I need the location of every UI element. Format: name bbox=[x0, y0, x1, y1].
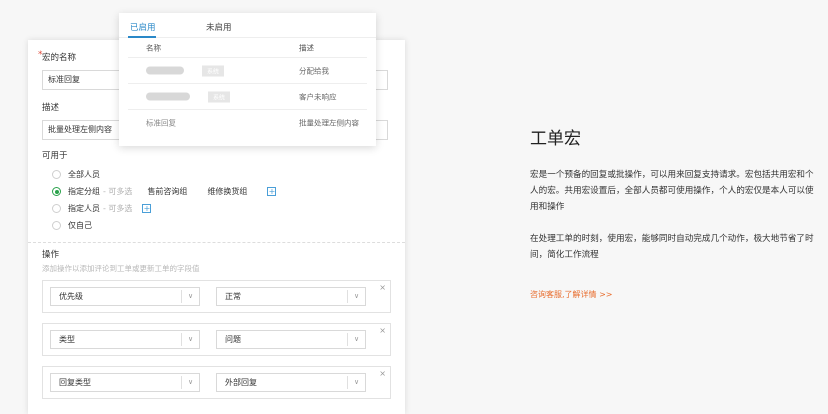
op-field-select[interactable]: 类型 ∨ bbox=[50, 330, 200, 349]
divider bbox=[28, 242, 405, 243]
chevron-down-icon: ∨ bbox=[181, 333, 199, 346]
chevron-down-icon: ∨ bbox=[181, 290, 199, 303]
radio-self[interactable] bbox=[52, 221, 61, 230]
table-row[interactable]: 系统 客户未响应 bbox=[128, 84, 367, 110]
chevron-down-icon: ∨ bbox=[181, 376, 199, 389]
info-title: 工单宏 bbox=[530, 129, 581, 149]
redacted-name bbox=[146, 92, 190, 101]
op-row: 类型 ∨ 问题 ∨ × bbox=[42, 323, 391, 356]
op-value-select[interactable]: 问题 ∨ bbox=[216, 330, 366, 349]
op-value-select[interactable]: 外部回复 ∨ bbox=[216, 373, 366, 392]
close-icon[interactable]: × bbox=[379, 326, 386, 335]
table-row[interactable]: 标准回复 批量处理左侧内容 bbox=[128, 110, 367, 136]
op-row: 回复类型 ∨ 外部回复 ∨ × bbox=[42, 366, 391, 399]
option-all[interactable]: 全部人员 bbox=[42, 166, 391, 183]
group-chip-presales[interactable]: 售前咨询组 bbox=[147, 186, 187, 197]
tab-enabled[interactable]: 已启用 bbox=[130, 21, 156, 33]
ops-hint: 添加操作以添加评论到工单或更新工单的字段值 bbox=[42, 264, 200, 273]
add-person-plus-icon[interactable]: + bbox=[142, 204, 152, 213]
info-paragraph-2: 在处理工单的时刻，使用宏，能够同时自动完成几个动作，极大地节省了时间，简化工作流… bbox=[530, 234, 814, 260]
ops-label: 操作 bbox=[42, 250, 60, 260]
macro-dropdown: 已启用 未启用 名称 描述 系统 分配给我 系统 客户未响应 标准回复 批量处理… bbox=[119, 13, 376, 146]
system-tag: 系统 bbox=[202, 65, 225, 76]
tab-bar: 已启用 未启用 bbox=[119, 13, 376, 38]
chevron-down-icon: ∨ bbox=[347, 376, 365, 389]
table-header: 名称 描述 bbox=[128, 38, 367, 58]
system-tag: 系统 bbox=[208, 91, 231, 102]
close-icon[interactable]: × bbox=[379, 369, 386, 378]
macro-table: 名称 描述 系统 分配给我 系统 客户未响应 标准回复 批量处理左侧内容 bbox=[128, 38, 367, 136]
add-group-plus-icon[interactable]: + bbox=[267, 187, 277, 196]
radio-person[interactable] bbox=[52, 204, 61, 213]
option-group[interactable]: 指定分组 - 可多选 售前咨询组 维修换货组 + bbox=[42, 183, 391, 200]
group-chip-repair[interactable]: 维修换货组 bbox=[207, 186, 247, 197]
chevron-down-icon: ∨ bbox=[347, 333, 365, 346]
close-icon[interactable]: × bbox=[379, 283, 386, 292]
op-field-select[interactable]: 回复类型 ∨ bbox=[50, 373, 200, 392]
option-person[interactable]: 指定人员 - 可多选 + bbox=[42, 200, 391, 217]
header-name: 名称 bbox=[146, 43, 161, 52]
radio-all[interactable] bbox=[52, 170, 61, 179]
redacted-name bbox=[146, 66, 184, 75]
info-paragraph-1: 宏是一个预备的回复或批操作，可以用来回复支持请求。宏包括共用宏和个人的宏。共用宏… bbox=[530, 170, 814, 212]
required-mark: * bbox=[38, 50, 43, 60]
tab-disabled[interactable]: 未启用 bbox=[206, 21, 232, 33]
table-row[interactable]: 系统 分配给我 bbox=[128, 58, 367, 84]
radio-group[interactable] bbox=[52, 187, 61, 196]
op-field-select[interactable]: 优先级 ∨ bbox=[50, 287, 200, 306]
available-label: 可用于 bbox=[42, 151, 68, 161]
contact-link[interactable]: 咨询客服,了解详情 >> bbox=[530, 289, 613, 300]
op-row: 优先级 ∨ 正常 ∨ × bbox=[42, 280, 391, 313]
header-desc: 描述 bbox=[299, 43, 314, 52]
op-value-select[interactable]: 正常 ∨ bbox=[216, 287, 366, 306]
chevron-down-icon: ∨ bbox=[347, 290, 365, 303]
option-self[interactable]: 仅自己 bbox=[42, 217, 391, 234]
